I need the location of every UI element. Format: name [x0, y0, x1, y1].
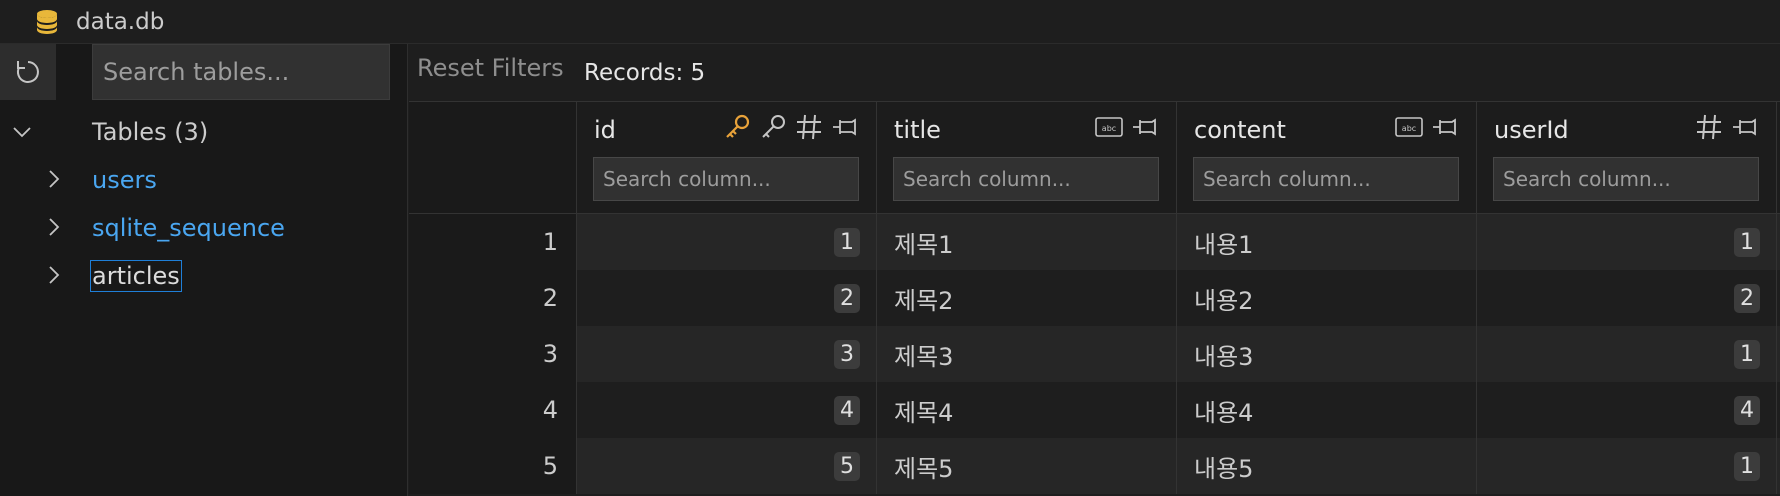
row-number: 3: [409, 326, 577, 382]
cell-userid[interactable]: 1: [1477, 214, 1777, 270]
cell-title[interactable]: 제목2: [877, 270, 1177, 326]
table-row[interactable]: 1 1 제목1 내용1 1: [409, 214, 1780, 270]
database-icon: [37, 9, 57, 34]
cell-content[interactable]: 내용3: [1177, 326, 1477, 382]
table-row[interactable]: 5 5 제목5 내용5 1: [409, 438, 1780, 494]
column-header-content[interactable]: content abc: [1177, 102, 1477, 213]
cell-title[interactable]: 제목4: [877, 382, 1177, 438]
key-icon[interactable]: [758, 112, 788, 142]
tables-group-label: Tables (3): [92, 118, 209, 146]
column-search-input-title[interactable]: [893, 157, 1159, 201]
pin-icon[interactable]: [1130, 112, 1160, 142]
row-number-header: [409, 102, 577, 213]
cell-id[interactable]: 1: [577, 214, 877, 270]
cell-id[interactable]: 5: [577, 438, 877, 494]
abc-icon[interactable]: abc: [1394, 114, 1424, 140]
column-name: id: [594, 116, 616, 144]
sidebar-item-label[interactable]: sqlite_sequence: [92, 214, 285, 242]
chevron-down-icon: [13, 127, 31, 138]
chevron-right-icon: [49, 266, 60, 284]
cell-value: 2: [1734, 283, 1760, 313]
row-number: 1: [409, 214, 577, 270]
hash-icon[interactable]: [794, 112, 824, 142]
svg-text:abc: abc: [1102, 124, 1116, 133]
cell-content[interactable]: 내용4: [1177, 382, 1477, 438]
sidebar-item-label[interactable]: articles: [90, 260, 182, 292]
column-search-input-userid[interactable]: [1493, 157, 1759, 201]
refresh-icon: [16, 61, 39, 83]
row-number: 2: [409, 270, 577, 326]
header-row: id Search column... title abc Search col…: [409, 101, 1780, 214]
main-panel: Reset Filters Records: 5 id Search colum…: [409, 44, 1780, 496]
cell-value: 2: [834, 283, 860, 313]
cell-content[interactable]: 내용2: [1177, 270, 1477, 326]
cell-userid[interactable]: 2: [1477, 270, 1777, 326]
column-search-input-id[interactable]: [593, 157, 859, 201]
cell-value: 3: [834, 339, 860, 369]
row-number: 4: [409, 382, 577, 438]
column-name: userId: [1494, 116, 1569, 144]
row-number: 5: [409, 438, 577, 494]
title-bar: data.db: [0, 0, 1780, 44]
cell-value: 4: [834, 395, 860, 425]
cell-title[interactable]: 제목1: [877, 214, 1177, 270]
hash-icon[interactable]: [1694, 112, 1724, 142]
refresh-button[interactable]: [0, 44, 56, 100]
chevron-right-icon: [49, 218, 60, 236]
cell-userid[interactable]: 1: [1477, 326, 1777, 382]
sidebar-item-label[interactable]: users: [92, 166, 157, 194]
cell-value: 4: [1734, 395, 1760, 425]
column-header-userid[interactable]: userId: [1477, 102, 1777, 213]
column-header-id[interactable]: id: [577, 102, 877, 213]
cell-content[interactable]: 내용5: [1177, 438, 1477, 494]
column-name: title: [894, 116, 941, 144]
cell-title[interactable]: 제목3: [877, 326, 1177, 382]
primary-key-icon[interactable]: [722, 112, 752, 142]
data-grid: id Search column... title abc Search col…: [409, 101, 1780, 494]
pin-icon[interactable]: [1430, 112, 1460, 142]
cell-value: 1: [1734, 227, 1760, 257]
table-row[interactable]: 4 4 제목4 내용4 4: [409, 382, 1780, 438]
table-row[interactable]: 3 3 제목3 내용3 1: [409, 326, 1780, 382]
cell-value: 1: [1734, 339, 1760, 369]
cell-id[interactable]: 2: [577, 270, 877, 326]
reset-filters-button[interactable]: Reset Filters: [417, 54, 564, 82]
cell-id[interactable]: 3: [577, 326, 877, 382]
table-row[interactable]: 2 2 제목2 내용2 2: [409, 270, 1780, 326]
cell-userid[interactable]: 1: [1477, 438, 1777, 494]
cell-value: 1: [1734, 451, 1760, 481]
cell-value: 5: [834, 451, 860, 481]
pin-icon[interactable]: [830, 112, 860, 142]
records-count: Records: 5: [584, 60, 706, 86]
sidebar-toolbar: [0, 44, 407, 102]
pin-icon[interactable]: [1730, 112, 1760, 142]
search-tables-input[interactable]: [92, 44, 390, 100]
chevron-right-icon: [49, 170, 60, 188]
cell-userid[interactable]: 4: [1477, 382, 1777, 438]
sidebar-item-users[interactable]: users: [0, 158, 408, 202]
column-search-input-content[interactable]: [1193, 157, 1459, 201]
column-name: content: [1194, 116, 1286, 144]
cell-title[interactable]: 제목5: [877, 438, 1177, 494]
filter-bar: Reset Filters Records: 5: [409, 44, 1780, 100]
sidebar-item-sqlite-sequence[interactable]: sqlite_sequence: [0, 206, 408, 250]
sidebar-item-articles[interactable]: articles: [0, 254, 408, 298]
tables-group[interactable]: Tables (3): [0, 110, 408, 154]
cell-value: 1: [834, 227, 860, 257]
window-title: data.db: [76, 8, 165, 35]
abc-icon[interactable]: abc: [1094, 114, 1124, 140]
svg-text:abc: abc: [1402, 124, 1416, 133]
sidebar: Tables (3) users sqlite_sequence article…: [0, 44, 408, 496]
cell-id[interactable]: 4: [577, 382, 877, 438]
cell-content[interactable]: 내용1: [1177, 214, 1477, 270]
column-header-title[interactable]: title abc: [877, 102, 1177, 213]
